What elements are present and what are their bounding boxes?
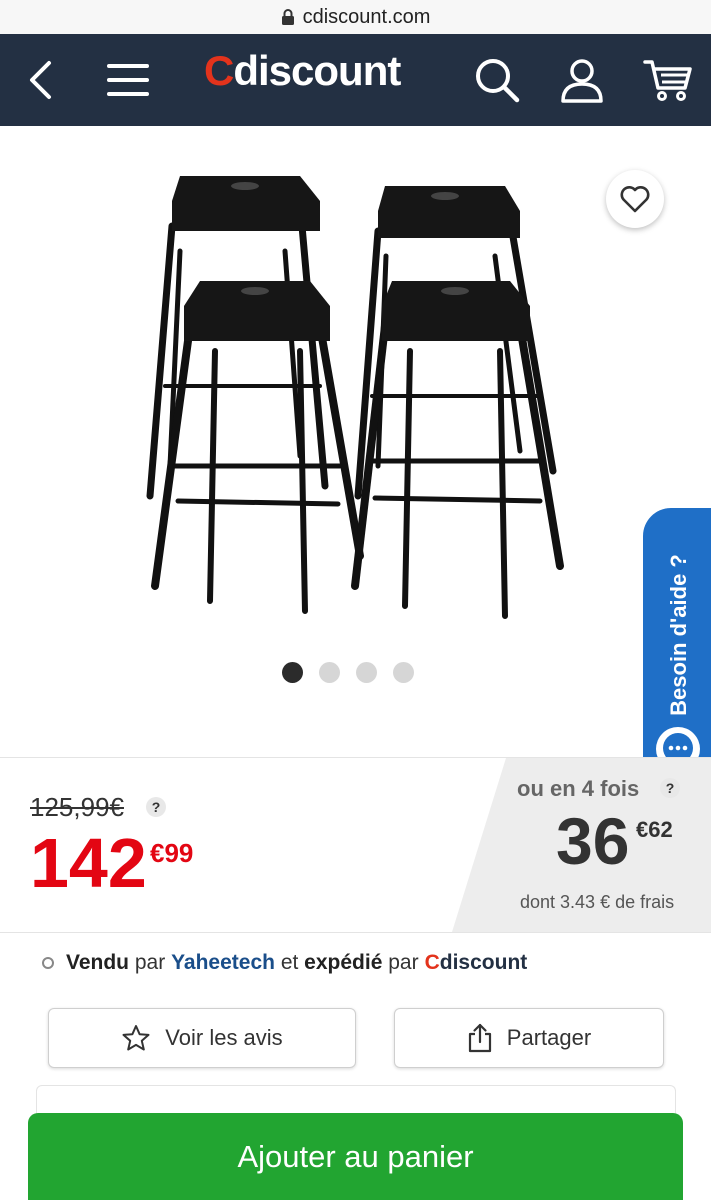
search-icon bbox=[476, 59, 520, 103]
reviews-button-label: Voir les avis bbox=[165, 1025, 283, 1050]
url-text: cdiscount.com bbox=[302, 5, 431, 28]
gallery-dot[interactable] bbox=[355, 662, 377, 683]
star-icon bbox=[122, 1025, 150, 1051]
bullet-icon bbox=[42, 957, 54, 969]
back-arrow-icon bbox=[30, 61, 51, 99]
menu-icon bbox=[107, 64, 149, 96]
current-price-cents: €99 bbox=[150, 838, 194, 868]
help-tab-label-wrap: Besoin d'aide ? bbox=[652, 554, 706, 716]
gallery-pagination bbox=[0, 662, 703, 683]
installment-price-cents: €62 bbox=[636, 817, 673, 842]
cart-icon bbox=[643, 60, 692, 101]
installment-label: ou en 4 fois bbox=[517, 776, 640, 801]
old-price: 125,99€ bbox=[30, 792, 124, 822]
installment-fees: dont 3.43 € de frais bbox=[520, 892, 675, 912]
add-to-cart-button[interactable]: Ajouter au panier bbox=[28, 1113, 683, 1200]
gallery-dot[interactable] bbox=[392, 662, 414, 683]
add-to-cart-label: Ajouter au panier bbox=[237, 1138, 474, 1174]
share-button[interactable]: Partager bbox=[394, 1008, 664, 1068]
cart-button[interactable] bbox=[640, 34, 696, 126]
seller-info: Vendu par Yaheetech et expédié par Cdisc… bbox=[42, 951, 527, 975]
share-icon bbox=[468, 1023, 491, 1053]
installment-price: 36 bbox=[556, 804, 630, 878]
lock-icon bbox=[281, 9, 294, 25]
user-icon bbox=[561, 59, 603, 103]
menu-button[interactable] bbox=[100, 34, 156, 126]
and-text: et bbox=[280, 951, 299, 974]
by-text: par bbox=[134, 951, 166, 974]
shipper-logo: Cdiscount bbox=[424, 951, 528, 974]
sold-label: Vendu bbox=[66, 951, 130, 974]
product-image bbox=[146, 176, 564, 619]
seller-name-link[interactable]: Yaheetech bbox=[171, 951, 275, 975]
browser-url-bar[interactable]: cdiscount.com bbox=[0, 0, 711, 35]
favorite-button[interactable] bbox=[606, 170, 664, 228]
old-price-help-icon[interactable]: ? bbox=[146, 797, 166, 817]
gallery-dot[interactable] bbox=[318, 662, 340, 683]
shipped-label: expédié bbox=[304, 951, 383, 974]
current-price: 142 bbox=[30, 824, 147, 902]
back-button[interactable] bbox=[12, 34, 68, 126]
gallery-dot[interactable] bbox=[281, 662, 303, 683]
reviews-button[interactable]: Voir les avis bbox=[48, 1008, 356, 1068]
by-text: par bbox=[388, 951, 419, 974]
help-tab-label[interactable]: Besoin d'aide ? bbox=[666, 554, 692, 716]
installment-help-icon[interactable]: ? bbox=[660, 778, 680, 798]
account-button[interactable] bbox=[554, 34, 610, 126]
cdiscount-logo[interactable]: Cdiscount bbox=[204, 50, 401, 92]
heart-icon bbox=[620, 186, 650, 213]
search-button[interactable] bbox=[469, 34, 525, 126]
share-button-label: Partager bbox=[506, 1025, 592, 1050]
